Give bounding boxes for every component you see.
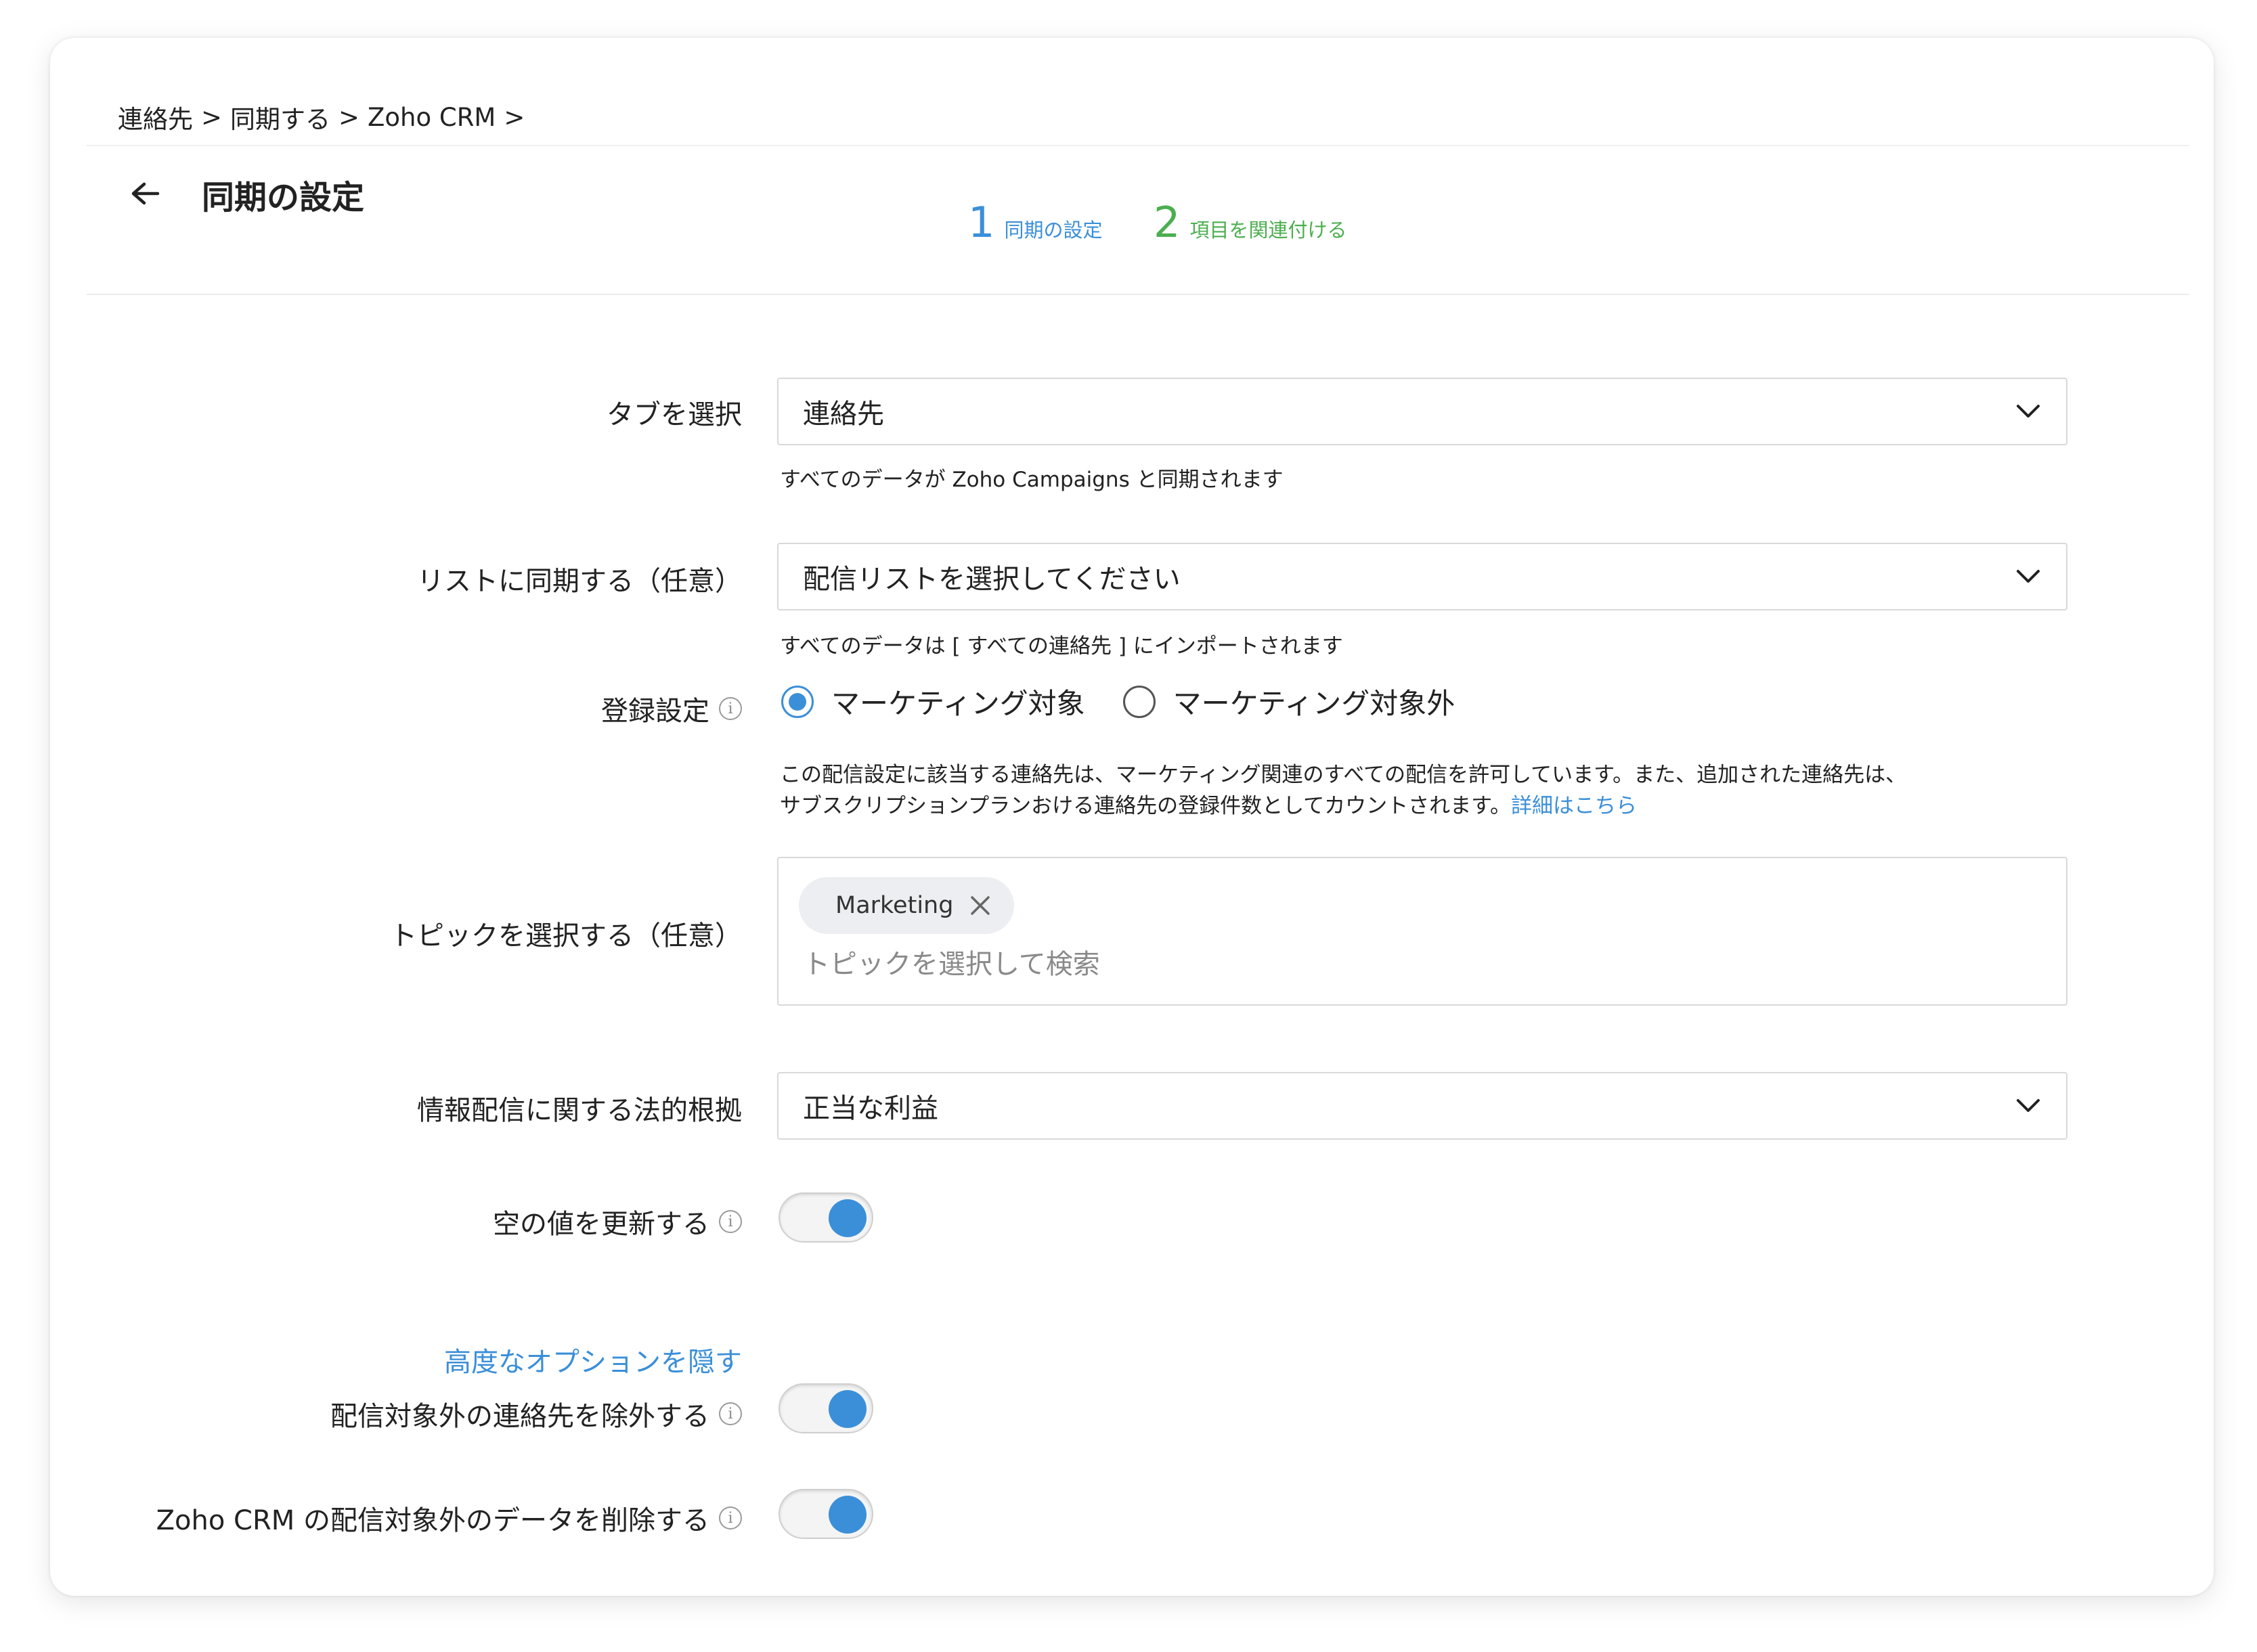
info-icon[interactable]: i — [719, 1506, 742, 1530]
legal-basis-value: 正当な利益 — [803, 1093, 938, 1124]
exclude-unsubscribed-toggle[interactable] — [779, 1383, 873, 1433]
list-select-hint: すべてのデータは [ すべての連絡先 ] にインポートされます — [780, 634, 1343, 658]
tab-select[interactable]: 連絡先 — [777, 378, 2067, 445]
tab-select-label: タブを選択 — [607, 393, 742, 432]
info-icon[interactable]: i — [719, 1210, 742, 1233]
subscription-hint-line1: この配信設定に該当する連絡先は、マーケティング関連のすべての配信を許可しています… — [780, 763, 1907, 787]
update-empty-label-text: 空の値を更新する — [493, 1209, 709, 1240]
topic-chip: Marketing — [799, 877, 1015, 934]
breadcrumb: 連絡先 > 同期する > Zoho CRM > — [118, 99, 533, 135]
topics-label: トピックを選択する（任意） — [390, 914, 742, 953]
step-1[interactable]: 1 同期の設定 — [968, 198, 1102, 247]
radio-label: マーケティング対象 — [831, 687, 1085, 720]
delete-unsubscribed-toggle[interactable] — [779, 1489, 873, 1539]
topics-input[interactable]: Marketing トピックを選択して検索 — [777, 857, 2067, 1006]
toggle-knob — [829, 1496, 867, 1534]
subscription-label: 登録設定 i — [601, 689, 742, 728]
back-arrow-icon — [131, 182, 160, 205]
learn-more-link[interactable]: 詳細はこちら — [1511, 794, 1637, 818]
topic-chip-label: Marketing — [835, 892, 954, 919]
hide-advanced-options-link[interactable]: 高度なオプションを隠す — [444, 1340, 742, 1379]
breadcrumb-separator: > — [338, 102, 360, 132]
legal-basis-select[interactable]: 正当な利益 — [777, 1072, 2067, 1140]
step-2[interactable]: 2 項目を関連付ける — [1154, 198, 1346, 247]
close-icon[interactable] — [968, 893, 992, 918]
list-select-label-text: リストに同期する（任意） — [417, 566, 742, 597]
tab-select-label-text: タブを選択 — [607, 399, 742, 430]
radio-selected-icon — [781, 685, 814, 718]
subscription-label-text: 登録設定 — [601, 696, 709, 727]
toggle-knob — [829, 1390, 867, 1428]
topics-label-text: トピックを選択する（任意） — [390, 920, 742, 952]
step-label: 項目を関連付ける — [1189, 219, 1347, 242]
update-empty-toggle[interactable] — [779, 1192, 873, 1243]
subscription-hint-line2-wrap: サブスクリプションプランおける連絡先の登録件数としてカウントされます。詳細はこち… — [780, 790, 1906, 822]
breadcrumb-item-zoho-crm[interactable]: Zoho CRM — [368, 103, 496, 132]
subscription-hint: この配信設定に該当する連絡先は、マーケティング関連のすべての配信を許可しています… — [780, 759, 1906, 822]
radio-label: マーケティング対象外 — [1173, 687, 1455, 720]
exclude-unsubscribed-label: 配信対象外の連絡先を除外する i — [330, 1394, 742, 1433]
info-icon[interactable]: i — [719, 697, 742, 720]
radio-non-marketing[interactable]: マーケティング対象外 — [1122, 681, 1455, 722]
step-number: 2 — [1154, 198, 1181, 247]
page-title: 同期の設定 — [202, 179, 365, 217]
toggle-knob — [829, 1199, 867, 1237]
radio-unselected-icon — [1122, 685, 1156, 718]
legal-basis-label-text: 情報配信に関する法的根拠 — [417, 1095, 742, 1126]
exclude-unsubscribed-label-text: 配信対象外の連絡先を除外する — [330, 1401, 709, 1432]
sync-settings-card: 連絡先 > 同期する > Zoho CRM > 同期の設定 1 同期の設定 2 … — [50, 38, 2214, 1596]
breadcrumb-item-sync[interactable]: 同期する — [230, 99, 330, 135]
step-number: 1 — [968, 198, 995, 247]
chevron-down-icon — [2015, 1092, 2042, 1119]
list-select-label: リストに同期する（任意） — [417, 559, 742, 598]
breadcrumb-separator: > — [504, 102, 525, 132]
chevron-down-icon — [2015, 398, 2042, 425]
update-empty-label: 空の値を更新する i — [493, 1202, 742, 1241]
breadcrumb-divider — [87, 145, 2189, 146]
legal-basis-label: 情報配信に関する法的根拠 — [417, 1088, 742, 1128]
topics-placeholder: トピックを選択して検索 — [803, 949, 1100, 980]
list-select-value: 配信リストを選択してください — [803, 564, 1181, 595]
tab-select-value: 連絡先 — [803, 399, 884, 430]
delete-unsubscribed-label-text: Zoho CRM の配信対象外のデータを削除する — [156, 1505, 709, 1536]
back-button[interactable] — [125, 173, 165, 214]
breadcrumb-separator: > — [201, 102, 223, 132]
chevron-down-icon — [2015, 563, 2042, 590]
radio-marketing[interactable]: マーケティング対象 — [781, 681, 1085, 722]
subscription-radio-group: マーケティング対象 マーケティング対象外 — [781, 681, 1493, 722]
delete-unsubscribed-label: Zoho CRM の配信対象外のデータを削除する i — [156, 1498, 742, 1538]
tab-select-hint: すべてのデータが Zoho Campaigns と同期されます — [780, 468, 1284, 492]
breadcrumb-item-contacts[interactable]: 連絡先 — [118, 99, 193, 135]
subscription-hint-line2: サブスクリプションプランおける連絡先の登録件数としてカウントされます。 — [780, 794, 1512, 818]
step-label: 同期の設定 — [1004, 219, 1103, 242]
info-icon[interactable]: i — [719, 1402, 742, 1425]
header-divider — [87, 294, 2189, 295]
list-select[interactable]: 配信リストを選択してください — [777, 543, 2067, 610]
